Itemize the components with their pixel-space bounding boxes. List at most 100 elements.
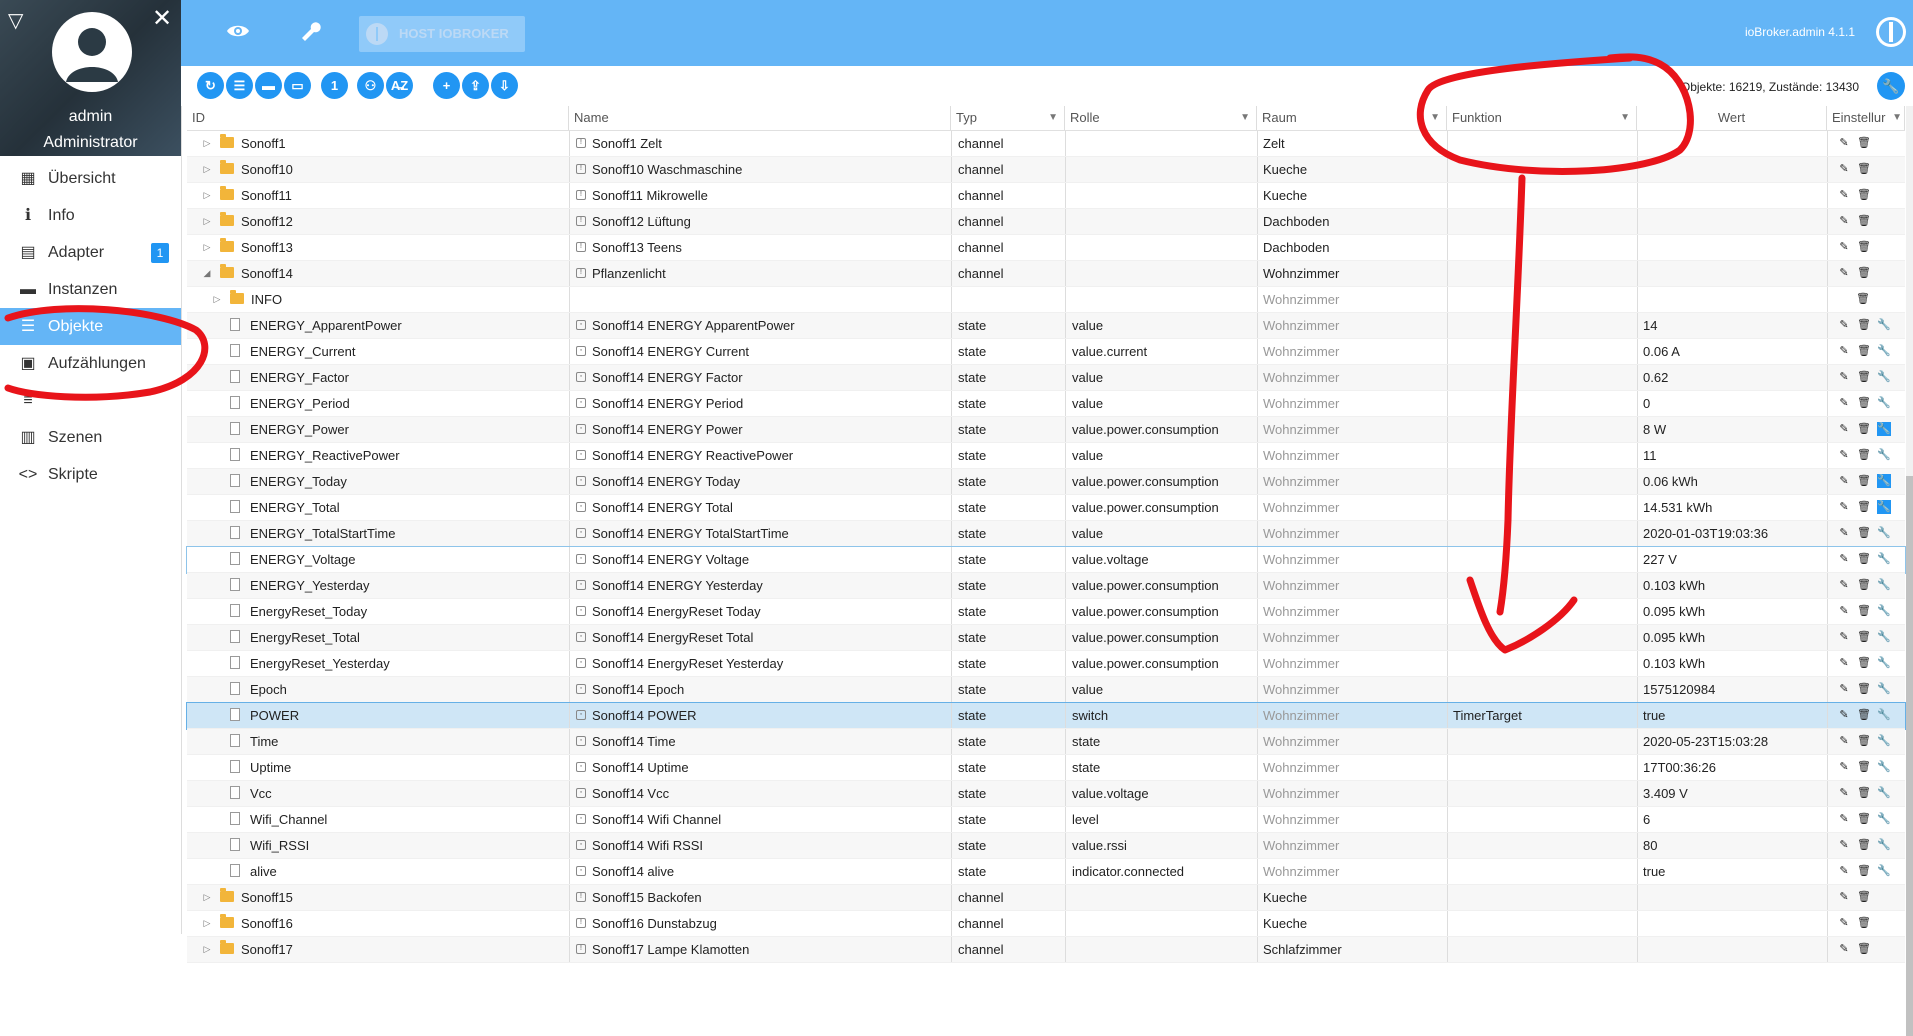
cell-raum[interactable]: Wohnzimmer (1257, 729, 1447, 754)
cell-funktion[interactable] (1447, 729, 1637, 754)
cell-raum[interactable]: Wohnzimmer (1257, 755, 1447, 780)
cell-wert[interactable]: 2020-01-03T19:03:36 (1637, 521, 1827, 546)
table-row[interactable]: ENERGY_Yesterday ◦ Sonoff14 ENERGY Yesterd… (187, 573, 1905, 599)
edit-icon[interactable]: ✎ (1837, 318, 1851, 332)
table-row[interactable]: Wifi_Channel ◦ Sonoff14 Wifi Channel state l… (187, 807, 1905, 833)
delete-icon[interactable]: 🗑 (1857, 370, 1871, 384)
edit-icon[interactable]: ✎ (1837, 136, 1851, 150)
table-row[interactable]: ▷ Sonoff15! Sonoff15 Backofen channel Kueche… (187, 885, 1905, 911)
wrench-icon[interactable]: 🔧 (1877, 864, 1891, 878)
cell-wert[interactable]: 0.62 (1637, 365, 1827, 390)
cell-raum[interactable]: Kueche (1257, 911, 1447, 936)
table-row[interactable]: POWER ◦ Sonoff14 POWER state switch Wohnzimme… (186, 702, 1906, 730)
delete-icon[interactable]: 🗑 (1857, 474, 1871, 488)
table-row[interactable]: EnergyReset_Total ◦ Sonoff14 EnergyReset T… (187, 625, 1905, 651)
table-row[interactable]: ENERGY_Period ◦ Sonoff14 ENERGY Period stat… (187, 391, 1905, 417)
edit-icon[interactable]: ✎ (1837, 760, 1851, 774)
cell-raum[interactable]: Wohnzimmer (1257, 703, 1447, 728)
delete-icon[interactable]: 🗑 (1857, 760, 1871, 774)
cell-funktion[interactable] (1447, 391, 1637, 416)
cell-funktion[interactable] (1447, 885, 1637, 910)
cell-raum[interactable]: Wohnzimmer (1257, 443, 1447, 468)
wrench-icon[interactable]: 🔧 (1877, 448, 1891, 462)
menu-logo-icon[interactable]: ▽ (8, 8, 23, 33)
delete-icon[interactable]: 🗑 (1857, 318, 1871, 332)
wrench-icon[interactable]: 🔧 (1877, 474, 1891, 488)
edit-icon[interactable]: ✎ (1837, 240, 1851, 254)
wrench-icon[interactable]: 🔧 (1877, 344, 1891, 358)
cell-funktion[interactable] (1447, 651, 1637, 676)
wrench-icon[interactable]: 🔧 (1877, 552, 1891, 566)
host-button[interactable]: HOST IOBROKER (359, 16, 525, 52)
wrench-icon[interactable]: 🔧 (1877, 708, 1891, 722)
edit-icon[interactable]: ✎ (1837, 422, 1851, 436)
delete-icon[interactable]: 🗑 (1857, 266, 1871, 280)
cell-funktion[interactable] (1447, 833, 1637, 858)
user-button[interactable]: ⚇ (357, 72, 384, 99)
edit-icon[interactable]: ✎ (1837, 786, 1851, 800)
table-row[interactable]: ▷ Sonoff16! Sonoff16 Dunstabzug channel Kuec… (187, 911, 1905, 937)
cell-wert[interactable]: 0.103 kWh (1637, 651, 1827, 676)
table-row[interactable]: ENERGY_TotalStartTime ◦ Sonoff14 ENERGY To… (187, 521, 1905, 547)
wrench-icon[interactable]: 🔧 (1877, 318, 1891, 332)
cell-raum[interactable]: Wohnzimmer (1257, 781, 1447, 806)
delete-icon[interactable]: 🗑 (1857, 526, 1871, 540)
chevron-down-icon[interactable]: ▼ (1892, 106, 1902, 130)
settings-wrench-button[interactable]: 🔧 (1877, 72, 1905, 100)
cell-wert[interactable]: 6 (1637, 807, 1827, 832)
cell-wert[interactable]: 227 V (1637, 547, 1827, 572)
edit-icon[interactable]: ✎ (1837, 474, 1851, 488)
cell-funktion[interactable] (1447, 131, 1637, 156)
cell-wert[interactable] (1637, 937, 1827, 962)
edit-icon[interactable]: ✎ (1837, 344, 1851, 358)
delete-icon[interactable]: 🗑 (1857, 396, 1871, 410)
table-row[interactable]: ▷ Sonoff13! Sonoff13 Teens channel Dachboden… (187, 235, 1905, 261)
upload-button[interactable]: ⇪ (462, 72, 489, 99)
table-row[interactable]: Time ◦ Sonoff14 Time state state Wohnzimmer 20… (187, 729, 1905, 755)
sidebar-item-3[interactable]: ▬ Instanzen (0, 271, 181, 308)
cell-funktion[interactable] (1447, 677, 1637, 702)
wrench-icon[interactable]: 🔧 (1877, 422, 1891, 436)
cell-raum[interactable]: Kueche (1257, 157, 1447, 182)
expand-icon[interactable]: ▷ (202, 235, 212, 260)
cell-wert[interactable] (1637, 131, 1827, 156)
cell-raum[interactable]: Wohnzimmer (1257, 573, 1447, 598)
delete-icon[interactable]: 🗑 (1857, 604, 1871, 618)
cell-funktion[interactable] (1447, 495, 1637, 520)
cell-wert[interactable]: 11 (1637, 443, 1827, 468)
wrench-icon[interactable]: 🔧 (1877, 656, 1891, 670)
delete-icon[interactable]: 🗑 (1857, 630, 1871, 644)
scrollbar-thumb[interactable] (1906, 476, 1913, 1036)
cell-funktion[interactable] (1447, 417, 1637, 442)
edit-icon[interactable]: ✎ (1837, 708, 1851, 722)
chevron-down-icon[interactable]: ▼ (1048, 106, 1058, 130)
table-row[interactable]: Uptime ◦ Sonoff14 Uptime state state Wohnzimm… (187, 755, 1905, 781)
cell-wert[interactable] (1637, 209, 1827, 234)
table-row[interactable]: ▷ Sonoff12! Sonoff12 Lüftung channel Dachbod… (187, 209, 1905, 235)
delete-icon[interactable]: 🗑 (1857, 162, 1871, 176)
cell-raum[interactable]: Wohnzimmer (1257, 521, 1447, 546)
cell-raum[interactable]: Schlafzimmer (1257, 937, 1447, 962)
cell-raum[interactable]: Wohnzimmer (1257, 625, 1447, 650)
edit-icon[interactable]: ✎ (1837, 188, 1851, 202)
add-button[interactable]: + (433, 72, 460, 99)
edit-icon[interactable]: ✎ (1837, 526, 1851, 540)
col-raum[interactable]: Raum ▼ (1257, 106, 1447, 130)
sidebar-item-0[interactable]: ▦ Übersicht (0, 160, 181, 197)
cell-raum[interactable]: Wohnzimmer (1257, 495, 1447, 520)
edit-icon[interactable]: ✎ (1837, 630, 1851, 644)
cell-wert[interactable] (1637, 183, 1827, 208)
wrench-icon[interactable]: 🔧 (1877, 526, 1891, 540)
cell-funktion[interactable] (1447, 469, 1637, 494)
sidebar-item-1[interactable]: ℹ Info (0, 197, 181, 234)
cell-raum[interactable]: Wohnzimmer (1257, 365, 1447, 390)
delete-icon[interactable]: 🗑 (1857, 578, 1871, 592)
cell-raum[interactable]: Wohnzimmer (1257, 261, 1447, 286)
wrench-icon[interactable]: 🔧 (1877, 370, 1891, 384)
table-row[interactable]: ENERGY_ApparentPower ◦ Sonoff14 ENERGY App… (187, 313, 1905, 339)
delete-icon[interactable]: 🗑 (1857, 552, 1871, 566)
cell-wert[interactable] (1637, 287, 1827, 312)
cell-funktion[interactable] (1447, 755, 1637, 780)
delete-icon[interactable]: 🗑 (1857, 448, 1871, 462)
cell-raum[interactable]: Wohnzimmer (1257, 417, 1447, 442)
